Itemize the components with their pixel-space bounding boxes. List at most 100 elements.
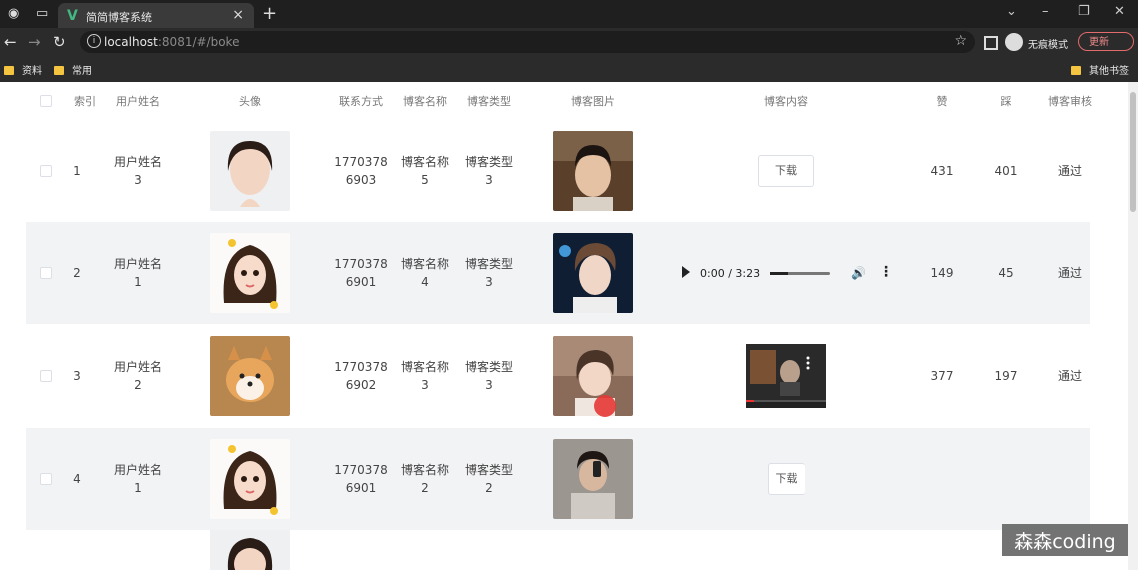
- row-likes: 431: [930, 164, 954, 178]
- row-username: 用户姓名 2: [113, 360, 162, 392]
- update-button[interactable]: 更新: [1078, 32, 1134, 51]
- minimize-icon[interactable]: –: [1042, 4, 1049, 19]
- blog-content: 下载: [666, 120, 906, 222]
- blog-image[interactable]: [553, 428, 633, 530]
- forward-icon[interactable]: →: [28, 33, 41, 51]
- row-username: 用户姓名 1: [113, 257, 162, 289]
- row-checkbox[interactable]: [34, 120, 58, 222]
- header-dislikes: 踩: [1000, 95, 1012, 108]
- play-icon[interactable]: [682, 266, 690, 278]
- avatar[interactable]: [210, 222, 290, 324]
- row-blog-name: 博客名称 5: [400, 155, 449, 187]
- other-bookmarks[interactable]: 其他书签: [1071, 62, 1129, 77]
- select-all-checkbox[interactable]: [34, 82, 58, 120]
- audio-progress-slider[interactable]: [770, 272, 830, 275]
- reload-icon[interactable]: ↻: [53, 33, 66, 51]
- row-blog-name: 博客名称 3: [400, 360, 449, 392]
- folder-icon: [54, 66, 64, 75]
- row-blog-type: 博客类型 3: [464, 360, 513, 392]
- row-likes: [920, 428, 964, 530]
- row-dislikes: 197: [994, 369, 1018, 383]
- row-likes: 149: [930, 266, 954, 280]
- row-index: 4: [73, 472, 81, 486]
- page-content: 索引 用户姓名 头像 联系方式 博客名称 博客类型 博客图片 博客内容 赞 踩 …: [0, 82, 1138, 570]
- page-scrollbar[interactable]: [1128, 82, 1138, 570]
- volume-icon[interactable]: 🔊: [851, 264, 866, 282]
- browser-tab[interactable]: V 简简博客系统 ×: [58, 3, 254, 28]
- restore-icon[interactable]: ❐: [1078, 4, 1090, 19]
- row-dislikes: 45: [998, 266, 1014, 280]
- blog-image[interactable]: [553, 324, 633, 428]
- bookmark-folder-2[interactable]: 常用: [54, 62, 92, 77]
- mouse-cursor-indicator: [594, 395, 616, 417]
- row-review: 通过: [1057, 164, 1082, 178]
- table-row: 1 用户姓名 3 1770378 6903 博客名称 5 博客类型 3 下载 431 4…: [26, 120, 1090, 222]
- url-path: :8081/#/boke: [157, 35, 240, 49]
- row-blog-name: 博客名称 4: [400, 257, 449, 289]
- site-info-icon[interactable]: i: [87, 34, 101, 48]
- browser-tab-bar: ◉ ▭ V 简简博客系统 × + ⌄ – ❐ ✕: [0, 0, 1138, 28]
- table-row: 4 用户姓名 1 1770378 6901 博客名称 2 博客类型 2 下载: [26, 428, 1090, 530]
- row-contact: 1770378 6901: [334, 257, 388, 289]
- row-username: 用户姓名 1: [113, 463, 162, 495]
- download-button[interactable]: 下载: [758, 155, 814, 187]
- row-checkbox[interactable]: [34, 324, 58, 428]
- row-contact: 1770378 6902: [334, 360, 388, 392]
- close-window-icon[interactable]: ✕: [1114, 4, 1125, 19]
- audio-player[interactable]: 0:00 / 3:23 🔊 ⋮: [668, 256, 904, 290]
- blog-image[interactable]: [553, 222, 633, 324]
- more-options-icon[interactable]: ⋮: [879, 263, 893, 281]
- header-index: 索引: [74, 95, 96, 108]
- audio-time: 0:00 / 3:23: [700, 267, 761, 280]
- header-blog-image: 博客图片: [571, 95, 615, 108]
- folder-icon: [4, 66, 14, 75]
- row-index: 3: [73, 369, 81, 383]
- new-tab-button[interactable]: +: [262, 3, 277, 24]
- row-review: 通过: [1057, 266, 1082, 280]
- row-dislikes: [984, 428, 1028, 530]
- blog-content: 下载: [666, 428, 906, 530]
- bookmark-folder-1[interactable]: 资料: [4, 62, 42, 77]
- tab-search-icon[interactable]: ⌄: [1006, 4, 1017, 19]
- browser-menu-icon[interactable]: ◉: [8, 6, 19, 22]
- blog-content: [666, 324, 906, 428]
- watermark: 森森coding: [1002, 524, 1128, 556]
- blog-image[interactable]: [553, 120, 633, 222]
- row-username: 用户姓名 3: [113, 155, 162, 187]
- address-bar: ← → ↻ i localhost:8081/#/boke ☆ 无痕模式 更新: [0, 28, 1138, 56]
- row-blog-name: 博客名称 2: [400, 463, 449, 495]
- table-row: 3 用户姓名 2 1770378 6902 博客名称 3 博客类型 3 377 197 …: [26, 324, 1090, 428]
- header-likes: 赞: [936, 95, 948, 108]
- row-likes: 377: [930, 369, 954, 383]
- url-host: localhost: [104, 35, 158, 49]
- row-contact: 1770378 6903: [334, 155, 388, 187]
- row-review: 通过: [1057, 369, 1082, 383]
- video-player[interactable]: [746, 344, 826, 408]
- back-icon[interactable]: ←: [4, 33, 17, 51]
- avatar[interactable]: [210, 530, 290, 570]
- row-contact: 1770378 6901: [334, 463, 388, 495]
- incognito-label: 无痕模式: [1028, 40, 1068, 51]
- side-panel-icon[interactable]: [984, 36, 998, 50]
- header-username: 用户姓名: [116, 95, 160, 108]
- vue-logo-icon: V: [67, 8, 78, 24]
- header-contact: 联系方式: [339, 95, 383, 108]
- bookmark-star-icon[interactable]: ☆: [954, 33, 967, 49]
- row-blog-type: 博客类型 3: [464, 155, 513, 187]
- avatar[interactable]: [210, 324, 290, 428]
- tab-overview-icon[interactable]: ▭: [36, 6, 48, 22]
- avatar[interactable]: [210, 120, 290, 222]
- download-button[interactable]: 下载: [767, 463, 805, 495]
- row-index: 1: [73, 164, 81, 178]
- row-review: [1040, 428, 1100, 530]
- row-checkbox[interactable]: [34, 222, 58, 324]
- header-blog-content: 博客内容: [764, 95, 808, 108]
- header-review: 博客审核: [1048, 95, 1092, 108]
- table-header: 索引 用户姓名 头像 联系方式 博客名称 博客类型 博客图片 博客内容 赞 踩 …: [26, 82, 1092, 120]
- avatar[interactable]: [210, 428, 290, 530]
- tab-close-icon[interactable]: ×: [232, 7, 244, 23]
- row-dislikes: 401: [994, 164, 1018, 178]
- bookmarks-bar: 资料 常用 其他书签: [0, 56, 1138, 82]
- url-field[interactable]: i localhost:8081/#/boke ☆: [80, 31, 975, 53]
- row-checkbox[interactable]: [34, 428, 58, 530]
